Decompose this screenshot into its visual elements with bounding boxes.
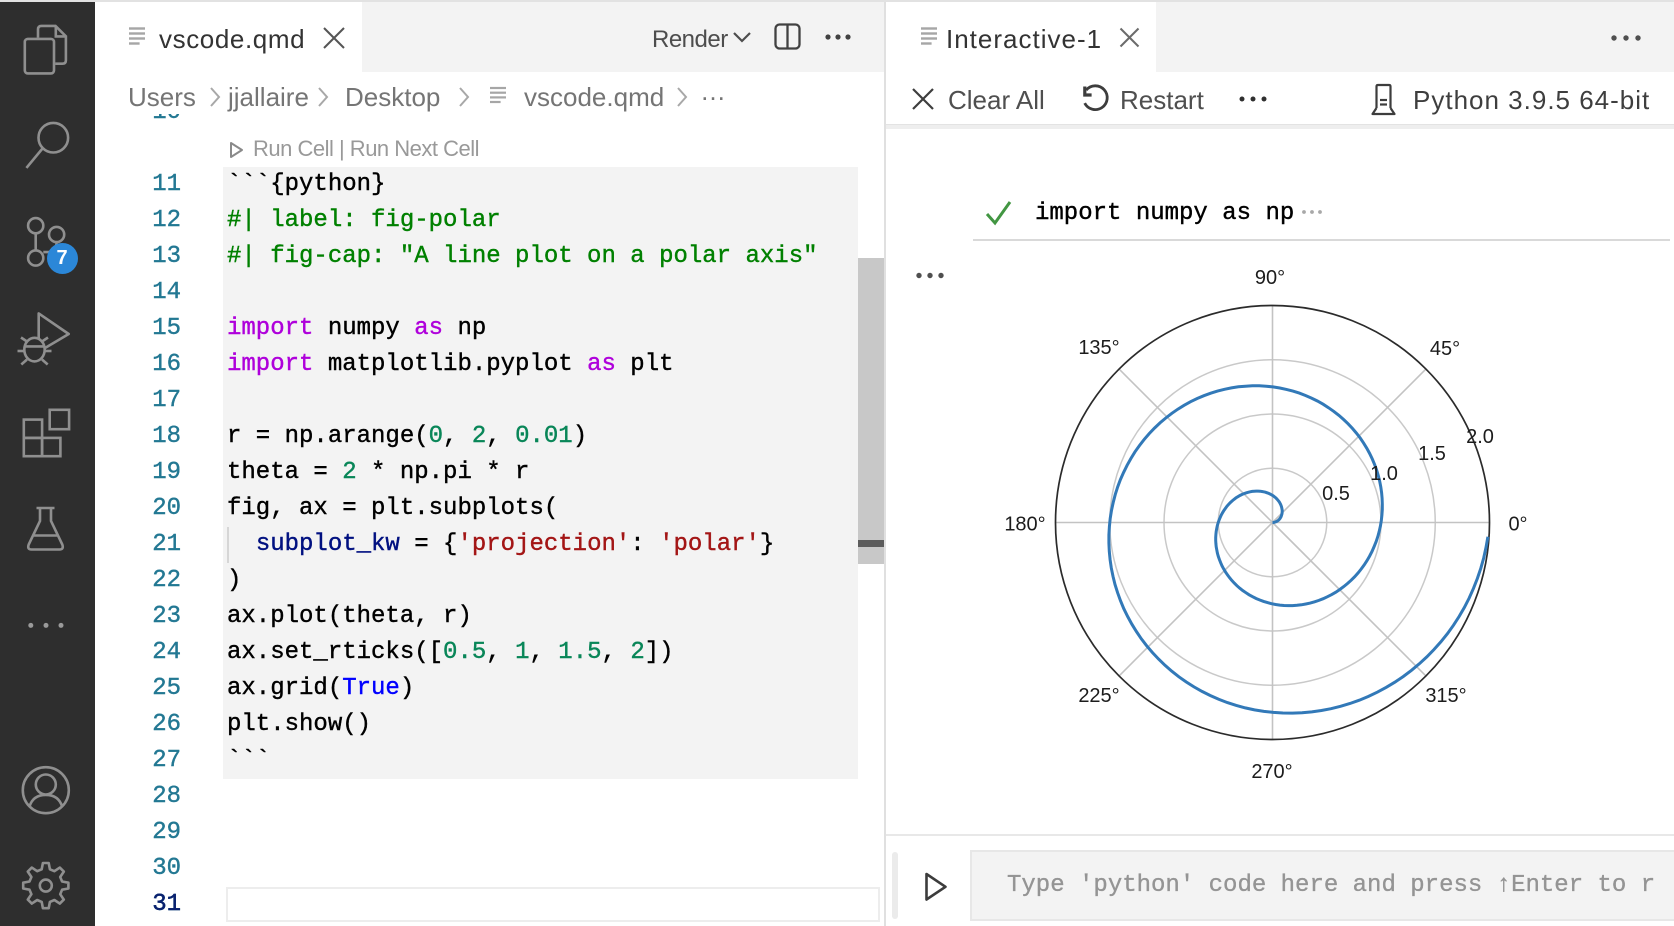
svg-text:270°: 270° xyxy=(1251,761,1292,783)
svg-text:1.0: 1.0 xyxy=(1370,463,1398,485)
svg-text:225°: 225° xyxy=(1078,685,1119,707)
svg-text:90°: 90° xyxy=(1255,267,1285,289)
svg-text:180°: 180° xyxy=(1004,514,1045,536)
svg-text:315°: 315° xyxy=(1425,685,1466,707)
svg-text:1.5: 1.5 xyxy=(1418,443,1446,465)
svg-text:2.0: 2.0 xyxy=(1466,426,1494,448)
svg-text:0.5: 0.5 xyxy=(1322,483,1350,505)
svg-text:135°: 135° xyxy=(1078,337,1119,359)
svg-text:0°: 0° xyxy=(1508,514,1527,536)
svg-text:45°: 45° xyxy=(1430,338,1460,360)
